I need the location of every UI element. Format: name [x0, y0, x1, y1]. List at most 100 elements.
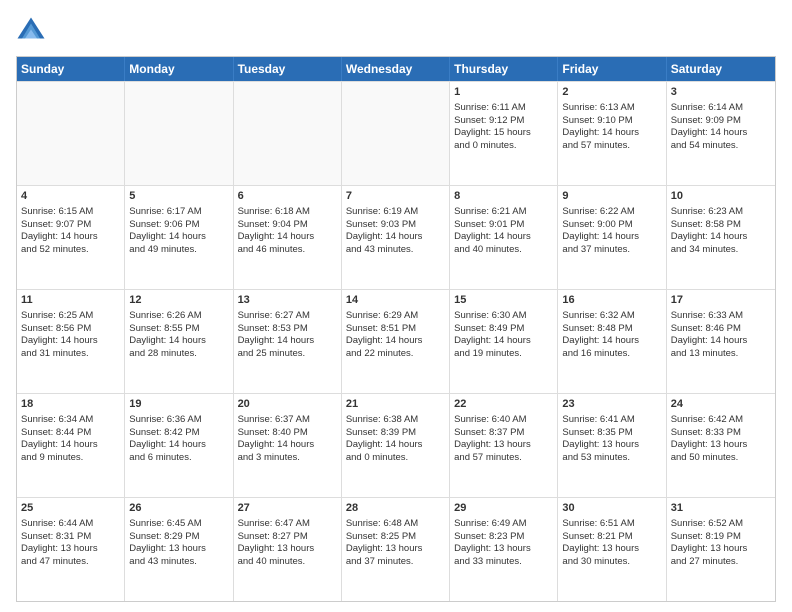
day-info-line: Daylight: 14 hours [129, 231, 206, 242]
day-info-line: Sunrise: 6:47 AM [238, 518, 310, 529]
day-info-line: and 30 minutes. [562, 556, 630, 567]
empty-cell [17, 82, 125, 185]
day-info-line: Sunrise: 6:22 AM [562, 206, 634, 217]
day-info-line: Sunrise: 6:29 AM [346, 310, 418, 321]
day-cell-22: 22Sunrise: 6:40 AMSunset: 8:37 PMDayligh… [450, 394, 558, 497]
calendar-week-2: 4Sunrise: 6:15 AMSunset: 9:07 PMDaylight… [17, 185, 775, 289]
day-number: 6 [238, 189, 337, 204]
day-info-line: Sunset: 9:04 PM [238, 219, 308, 230]
day-info-line: Sunset: 8:21 PM [562, 531, 632, 542]
day-info-line: Sunset: 8:23 PM [454, 531, 524, 542]
day-number: 8 [454, 189, 553, 204]
day-info-line: Sunrise: 6:41 AM [562, 414, 634, 425]
day-number: 26 [129, 501, 228, 516]
day-info-line: Sunrise: 6:19 AM [346, 206, 418, 217]
day-info-line: and 27 minutes. [671, 556, 739, 567]
day-info-line: Sunset: 9:01 PM [454, 219, 524, 230]
day-info-line: Daylight: 14 hours [21, 439, 98, 450]
day-info-line: Sunset: 8:29 PM [129, 531, 199, 542]
header-cell-thursday: Thursday [450, 57, 558, 81]
day-number: 18 [21, 397, 120, 412]
day-info-line: Sunset: 8:33 PM [671, 427, 741, 438]
day-info-line: Daylight: 14 hours [562, 231, 639, 242]
day-info-line: Sunset: 8:55 PM [129, 323, 199, 334]
day-cell-4: 4Sunrise: 6:15 AMSunset: 9:07 PMDaylight… [17, 186, 125, 289]
day-cell-2: 2Sunrise: 6:13 AMSunset: 9:10 PMDaylight… [558, 82, 666, 185]
day-info-line: Sunrise: 6:51 AM [562, 518, 634, 529]
day-number: 28 [346, 501, 445, 516]
calendar-week-4: 18Sunrise: 6:34 AMSunset: 8:44 PMDayligh… [17, 393, 775, 497]
day-info-line: Sunrise: 6:44 AM [21, 518, 93, 529]
day-info-line: and 57 minutes. [454, 452, 522, 463]
day-info-line: Sunrise: 6:34 AM [21, 414, 93, 425]
day-info-line: Sunrise: 6:27 AM [238, 310, 310, 321]
day-info-line: Sunset: 8:37 PM [454, 427, 524, 438]
day-cell-11: 11Sunrise: 6:25 AMSunset: 8:56 PMDayligh… [17, 290, 125, 393]
day-info-line: Daylight: 13 hours [21, 543, 98, 554]
day-info-line: Daylight: 14 hours [671, 335, 748, 346]
day-info-line: Sunset: 9:06 PM [129, 219, 199, 230]
day-info-line: Sunset: 8:49 PM [454, 323, 524, 334]
day-info-line: and 0 minutes. [454, 140, 516, 151]
day-info-line: and 52 minutes. [21, 244, 89, 255]
day-number: 14 [346, 293, 445, 308]
day-cell-14: 14 Sunrise: 6:29 AM Sunset: 8:51 PMDayligh… [342, 290, 450, 393]
day-info-line: Sunrise: 6:48 AM [346, 518, 418, 529]
day-info-line: Daylight: 14 hours [562, 127, 639, 138]
day-info-line: Daylight: 13 hours [346, 543, 423, 554]
day-info-line: Sunrise: 6:49 AM [454, 518, 526, 529]
logo [16, 16, 50, 46]
day-info-line: Daylight: 14 hours [346, 439, 423, 450]
day-info-line: Sunrise: 6:25 AM [21, 310, 93, 321]
day-info-line: Sunset: 9:10 PM [562, 115, 632, 126]
day-info-line: Sunset: 8:58 PM [671, 219, 741, 230]
day-info-line: Sunset: 9:07 PM [21, 219, 91, 230]
day-number: 20 [238, 397, 337, 412]
day-info-line: Daylight: 14 hours [671, 231, 748, 242]
day-cell-26: 26Sunrise: 6:45 AMSunset: 8:29 PMDayligh… [125, 498, 233, 601]
day-info-line: and 25 minutes. [238, 348, 306, 359]
day-info-line: and 9 minutes. [21, 452, 83, 463]
day-info-line: Daylight: 13 hours [671, 543, 748, 554]
day-cell-29: 29Sunrise: 6:49 AMSunset: 8:23 PMDayligh… [450, 498, 558, 601]
calendar-week-3: 11Sunrise: 6:25 AMSunset: 8:56 PMDayligh… [17, 289, 775, 393]
day-info-line: Sunrise: 6:32 AM [562, 310, 634, 321]
day-info-line: Sunset: 8:44 PM [21, 427, 91, 438]
day-info-line: and 19 minutes. [454, 348, 522, 359]
day-info-line: and 28 minutes. [129, 348, 197, 359]
day-number: 24 [671, 397, 771, 412]
day-info-line: Sunrise: 6:17 AM [129, 206, 201, 217]
header-cell-tuesday: Tuesday [234, 57, 342, 81]
day-info-line: Daylight: 14 hours [238, 439, 315, 450]
calendar-body: 1Sunrise: 6:11 AMSunset: 9:12 PMDaylight… [17, 81, 775, 601]
day-cell-16: 16Sunrise: 6:32 AMSunset: 8:48 PMDayligh… [558, 290, 666, 393]
day-info-line: and 16 minutes. [562, 348, 630, 359]
day-cell-23: 23Sunrise: 6:41 AMSunset: 8:35 PMDayligh… [558, 394, 666, 497]
calendar: SundayMondayTuesdayWednesdayThursdayFrid… [16, 56, 776, 602]
day-info-line: Sunrise: 6:33 AM [671, 310, 743, 321]
day-cell-9: 9Sunrise: 6:22 AMSunset: 9:00 PMDaylight… [558, 186, 666, 289]
day-number: 19 [129, 397, 228, 412]
day-info-line: Sunset: 8:39 PM [346, 427, 416, 438]
day-info-line: Sunrise: 6:42 AM [671, 414, 743, 425]
day-cell-3: 3Sunrise: 6:14 AMSunset: 9:09 PMDaylight… [667, 82, 775, 185]
day-cell-20: 20Sunrise: 6:37 AMSunset: 8:40 PMDayligh… [234, 394, 342, 497]
day-cell-8: 8Sunrise: 6:21 AMSunset: 9:01 PMDaylight… [450, 186, 558, 289]
day-info-line: Sunrise: 6:11 AM [454, 102, 526, 113]
day-info-line: Sunset: 8:51 PM [346, 323, 416, 334]
day-info-line: Sunset: 8:27 PM [238, 531, 308, 542]
day-cell-17: 17Sunrise: 6:33 AMSunset: 8:46 PMDayligh… [667, 290, 775, 393]
day-info-line: Daylight: 14 hours [21, 231, 98, 242]
day-number: 17 [671, 293, 771, 308]
day-info-line: Sunrise: 6:21 AM [454, 206, 526, 217]
day-info-line: Daylight: 14 hours [238, 335, 315, 346]
day-info-line: Daylight: 14 hours [238, 231, 315, 242]
day-info-line: Daylight: 14 hours [346, 335, 423, 346]
day-number: 23 [562, 397, 661, 412]
day-info-line: Daylight: 13 hours [129, 543, 206, 554]
day-info-line: Sunset: 8:42 PM [129, 427, 199, 438]
day-cell-21: 21Sunrise: 6:38 AMSunset: 8:39 PMDayligh… [342, 394, 450, 497]
day-cell-7: 7Sunrise: 6:19 AMSunset: 9:03 PMDaylight… [342, 186, 450, 289]
day-info-line: Sunrise: 6:37 AM [238, 414, 310, 425]
day-info-line: and 46 minutes. [238, 244, 306, 255]
